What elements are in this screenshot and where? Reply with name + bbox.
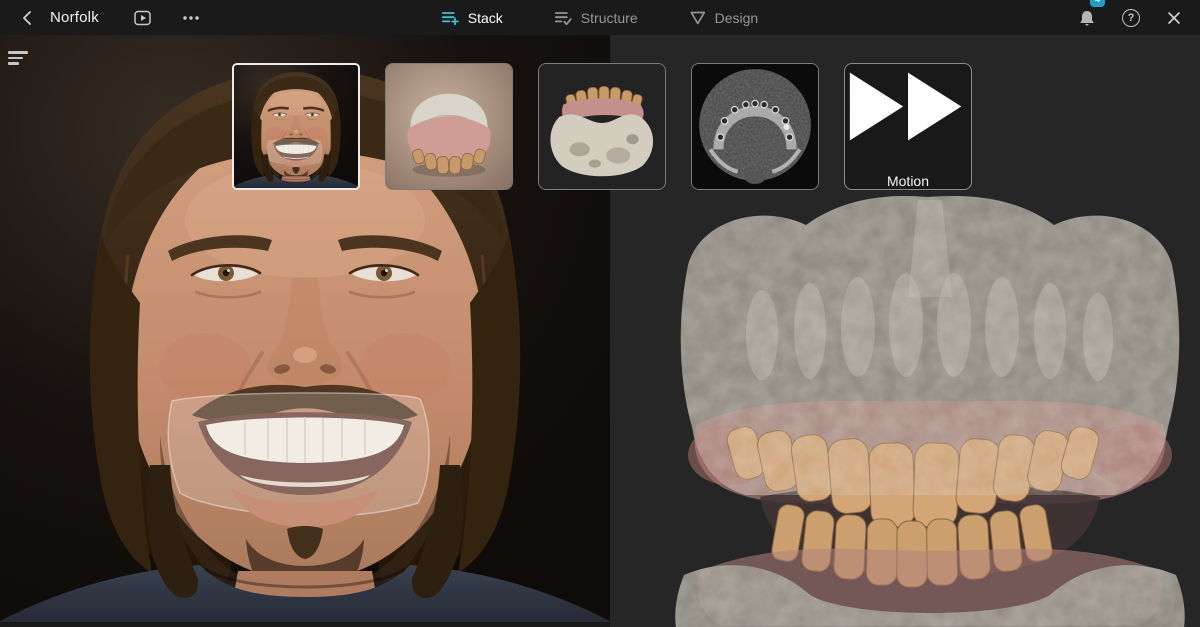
hamburger-icon (8, 51, 28, 54)
upper-arch-render (386, 64, 512, 189)
close-icon (1166, 10, 1182, 26)
fast-forward-icon (845, 64, 971, 149)
more-menu-button[interactable] (171, 0, 211, 35)
notifications-button[interactable]: 4 (1078, 0, 1096, 35)
play-icon (134, 10, 152, 26)
structure-icon (555, 10, 572, 26)
cbct-axial-slice (692, 64, 818, 189)
chevron-left-icon (22, 10, 32, 26)
notification-badge: 4 (1090, 0, 1105, 7)
motion-label: Motion (887, 173, 929, 189)
patient-photo-thumb (234, 65, 358, 188)
tab-stack[interactable]: Stack (442, 10, 503, 26)
lower-arch-render (539, 64, 665, 189)
ellipsis-icon (182, 10, 200, 26)
back-button[interactable] (12, 0, 42, 35)
thumbnail-lower-arch-3d[interactable] (538, 63, 666, 190)
thumbnail-cbct-slice[interactable] (691, 63, 819, 190)
bell-icon (1078, 9, 1096, 27)
thumbnail-upper-arch-3d[interactable] (385, 63, 513, 190)
tab-label: Structure (581, 10, 638, 26)
help-button[interactable]: ? (1122, 0, 1140, 35)
close-button[interactable] (1166, 0, 1182, 35)
thumbnail-motion[interactable]: Motion (844, 63, 972, 190)
app-window: Norfolk (0, 0, 1200, 627)
thumbnail-patient-photo[interactable] (232, 63, 360, 190)
design-icon (690, 10, 706, 26)
case-title: Norfolk (50, 9, 99, 26)
tab-label: Design (715, 10, 759, 26)
tab-design[interactable]: Design (690, 10, 759, 26)
record-thumbnails: Motion (232, 63, 972, 190)
menu-button[interactable] (8, 46, 36, 70)
stack-icon (442, 10, 459, 26)
mode-tabs: Stack Structure Design (442, 0, 758, 35)
play-presentation-button[interactable] (123, 0, 163, 35)
top-bar: Norfolk (0, 0, 1200, 35)
viewport-bottom-strip (0, 622, 610, 627)
question-mark-icon: ? (1122, 9, 1140, 27)
tab-label: Stack (468, 10, 503, 26)
tab-structure[interactable]: Structure (555, 10, 638, 26)
